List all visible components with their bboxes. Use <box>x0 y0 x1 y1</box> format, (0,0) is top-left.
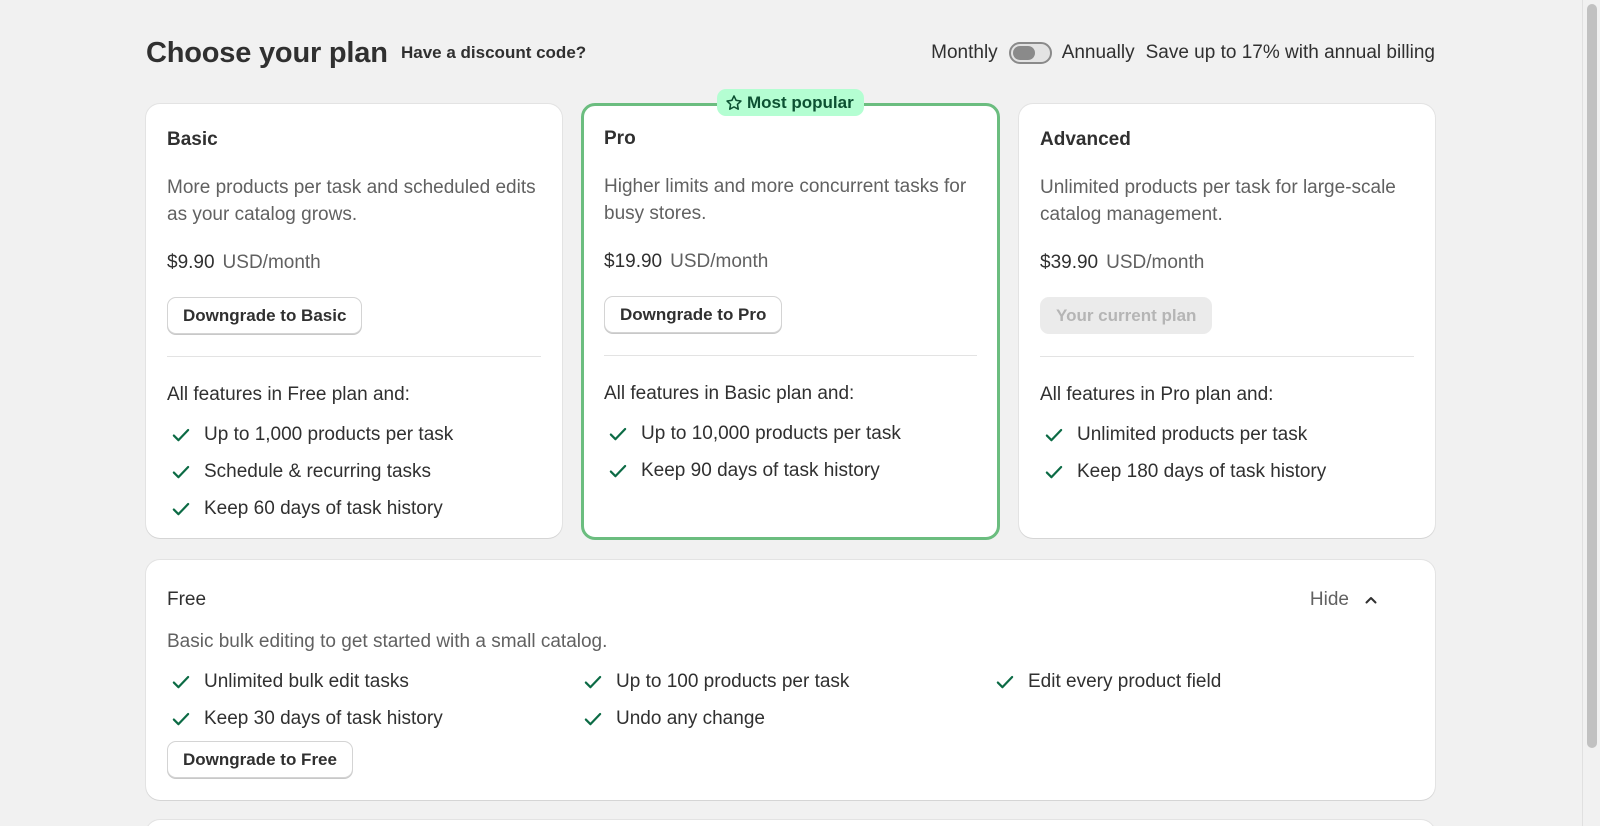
features-heading: All features in Free plan and: <box>167 384 410 405</box>
page-title: Choose your plan <box>146 37 388 69</box>
discount-code-link[interactable]: Have a discount code? <box>401 42 586 64</box>
downgrade-pro-button[interactable]: Downgrade to Pro <box>604 296 783 333</box>
feature-item: Keep 60 days of task history <box>167 490 453 527</box>
most-popular-badge: Most popular <box>717 89 864 116</box>
monthly-label: Monthly <box>931 42 998 63</box>
page-header: Choose your plan Have a discount code? M… <box>146 34 1435 74</box>
badge-label: Most popular <box>747 92 854 112</box>
feature-text: Schedule & recurring tasks <box>204 460 432 482</box>
hide-label: Hide <box>1309 589 1349 610</box>
toggle-knob <box>1012 46 1035 60</box>
feature-item: Up to 1,000 products per task <box>167 416 453 453</box>
hide-free-plan-button[interactable]: Hide <box>1310 586 1381 614</box>
plan-description: Basic bulk editing to get started with a… <box>167 631 608 652</box>
feature-text: Keep 180 days of task history <box>1077 460 1327 482</box>
plan-price: $39.90 USD/month <box>1040 250 1204 276</box>
feature-item: Keep 90 days of task history <box>604 452 901 489</box>
checkmark-icon <box>172 465 190 478</box>
feature-text: Unlimited products per task <box>1077 423 1308 445</box>
divider <box>1040 356 1414 357</box>
feature-text: Undo any change <box>616 707 765 729</box>
checkmark-icon <box>996 675 1014 688</box>
plan-name: Basic <box>167 129 218 150</box>
feature-item: Keep 180 days of task history <box>1040 453 1326 490</box>
price-unit: USD/month <box>222 252 321 273</box>
plan-card-basic: Basic More products per task and schedul… <box>146 104 562 538</box>
features-heading: All features in Basic plan and: <box>604 383 855 404</box>
billing-toggle[interactable] <box>1008 42 1052 64</box>
feature-text: Edit every product field <box>1028 670 1222 692</box>
feature-item: Unlimited products per task <box>1040 416 1326 453</box>
feature-item: Schedule & recurring tasks <box>167 453 453 490</box>
plan-name: Pro <box>604 128 636 149</box>
checkmark-icon <box>584 675 602 688</box>
scrollbar-thumb[interactable] <box>1587 4 1597 748</box>
checkmark-icon <box>1045 428 1063 441</box>
features-heading: All features in Pro plan and: <box>1040 384 1274 405</box>
plan-name: Free <box>167 589 207 610</box>
checkmark-icon <box>172 712 190 725</box>
feature-item: Undo any change <box>579 700 991 737</box>
feature-item: Unlimited bulk edit tasks <box>167 663 579 700</box>
feature-item: Up to 10,000 products per task <box>604 415 901 452</box>
chevron-up-icon <box>1365 597 1377 604</box>
divider <box>604 355 977 356</box>
feature-list: Unlimited bulk edit tasks Up to 100 prod… <box>167 663 1397 737</box>
downgrade-free-button[interactable]: Downgrade to Free <box>167 741 353 778</box>
price-amount: $39.90 <box>1040 252 1099 273</box>
feature-text: Keep 30 days of task history <box>204 707 443 729</box>
checkmark-icon <box>172 502 190 515</box>
page-scrollbar[interactable] <box>1582 0 1600 826</box>
feature-text: Up to 1,000 products per task <box>204 423 454 445</box>
divider <box>167 356 541 357</box>
feature-text: Keep 60 days of task history <box>204 497 443 519</box>
next-card <box>146 820 1435 826</box>
plan-price: $19.90 USD/month <box>604 249 768 275</box>
plan-card-advanced: Advanced Unlimited products per task for… <box>1019 104 1435 538</box>
feature-list: Unlimited products per task Keep 180 day… <box>1040 416 1326 490</box>
plan-description: More products per task and scheduled edi… <box>167 177 536 225</box>
star-icon <box>726 94 742 110</box>
feature-item: Up to 100 products per task <box>579 663 991 700</box>
price-unit: USD/month <box>670 251 769 272</box>
plan-description: Higher limits and more concurrent tasks … <box>604 176 967 224</box>
checkmark-icon <box>609 464 627 477</box>
checkmark-icon <box>172 675 190 688</box>
current-plan-button: Your current plan <box>1040 297 1213 334</box>
plan-description: Unlimited products per task for large-sc… <box>1040 177 1396 225</box>
checkmark-icon <box>584 712 602 725</box>
feature-text: Unlimited bulk edit tasks <box>204 670 409 692</box>
feature-text: Up to 10,000 products per task <box>641 422 901 444</box>
price-amount: $19.90 <box>604 251 663 272</box>
feature-text: Keep 90 days of task history <box>641 459 880 481</box>
annual-savings-text: Save up to 17% with annual billing <box>1145 42 1435 63</box>
feature-item: Keep 30 days of task history <box>167 700 579 737</box>
feature-list: Up to 10,000 products per task Keep 90 d… <box>604 415 901 489</box>
checkmark-icon <box>172 428 190 441</box>
plan-card-free: Free Hide Basic bulk editing to get star… <box>146 560 1435 800</box>
pricing-page: Choose your plan Have a discount code? M… <box>146 0 1435 826</box>
feature-item: Edit every product field <box>991 663 1397 700</box>
plan-price: $9.90 USD/month <box>167 250 321 276</box>
billing-period-switch: Monthly Annually Save up to 17% with ann… <box>931 40 1435 66</box>
plan-card-pro: Most popular Pro Higher limits and more … <box>581 89 1000 540</box>
price-amount: $9.90 <box>167 252 215 273</box>
annually-label: Annually <box>1061 42 1135 63</box>
feature-text: Up to 100 products per task <box>616 670 850 692</box>
downgrade-basic-button[interactable]: Downgrade to Basic <box>167 297 363 334</box>
feature-list: Up to 1,000 products per task Schedule &… <box>167 416 453 527</box>
price-unit: USD/month <box>1106 252 1205 273</box>
plan-name: Advanced <box>1040 129 1131 150</box>
checkmark-icon <box>609 427 627 440</box>
checkmark-icon <box>1045 465 1063 478</box>
